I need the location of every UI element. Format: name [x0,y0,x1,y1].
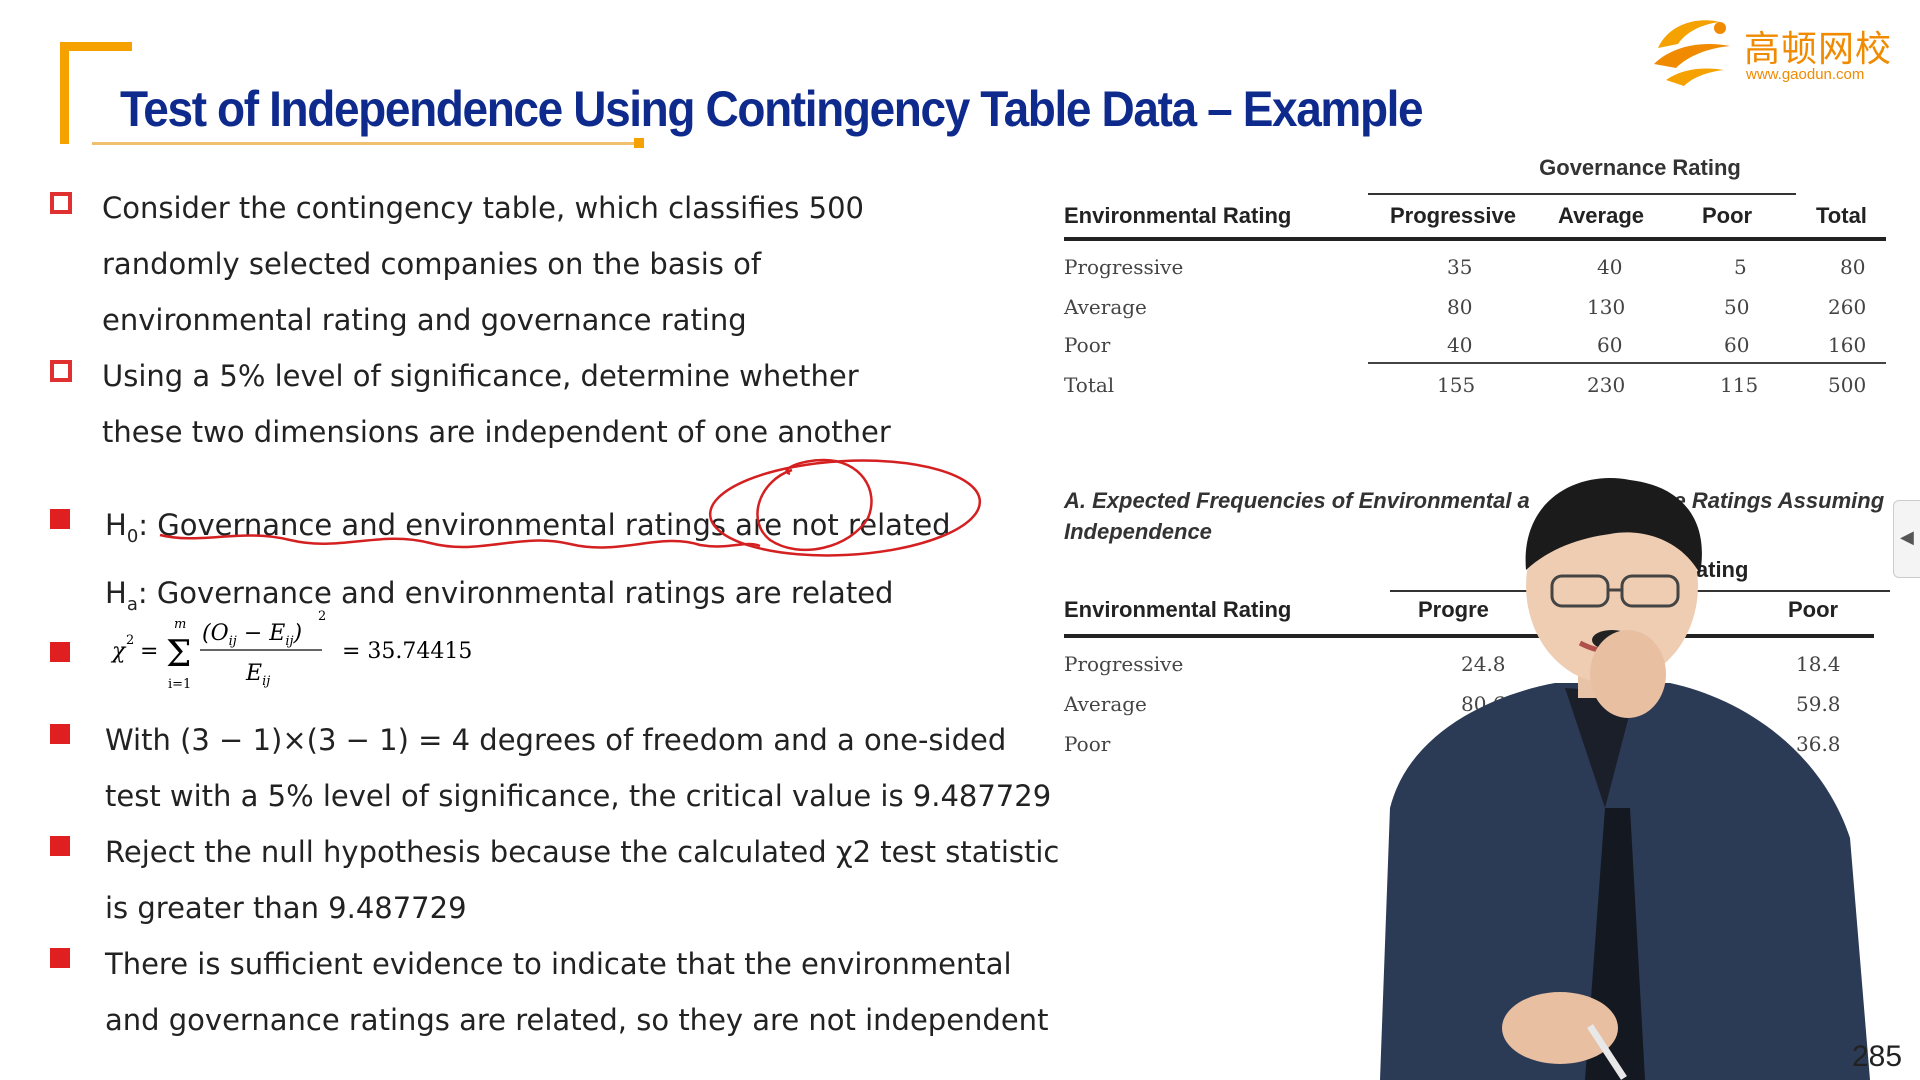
bullet-text: these two dimensions are independent of … [102,415,891,449]
table-rule [1368,362,1886,364]
bullet-text: and governance ratings are related, so t… [105,1003,1049,1037]
bullet-text: test with a 5% level of significance, th… [105,779,1052,813]
svg-text:=: = [140,639,158,664]
title-underline [92,142,642,145]
table-rule [1064,237,1886,241]
hollow-square-bullet-icon [50,360,72,382]
sidebar-toggle[interactable]: ◀ [1893,500,1920,578]
presenter-video-overlay [1380,478,1870,1080]
bullet-text: is greater than 9.487729 [105,891,467,925]
logo-text: 高顿网校 [1744,29,1893,70]
bullet-text: There is sufficient evidence to indicate… [105,947,1012,981]
table-row-total: Total 155 230 115 500 [1064,373,1867,397]
svg-text:Eij: Eij [245,661,270,689]
svg-text:2: 2 [318,609,326,624]
bullet-text: randomly selected companies on the basis… [102,247,762,281]
svg-text:χ: χ [110,639,127,664]
solid-square-bullet-icon [50,724,70,744]
svg-text:i=1: i=1 [168,677,191,692]
solid-square-bullet-icon [50,509,70,529]
bullet-text: With (3 − 1)×(3 − 1) = 4 degrees of free… [105,723,1007,757]
page-number: 285 [1852,1040,1903,1073]
title-underline-dot [634,138,644,148]
logo-url: www.gaodun.com [1746,66,1865,83]
table-header: Poor [1702,203,1753,228]
svg-text:2: 2 [126,633,134,648]
bullet-text: Consider the contingency table, which cl… [102,191,864,225]
bullet-text: Reject the null hypothesis because the c… [105,835,1060,869]
governance-rating-header: Governance Rating [1539,155,1741,180]
bullet-text: Using a 5% level of significance, determ… [102,359,859,393]
table-header: Total [1816,203,1867,228]
solid-square-bullet-icon [50,836,70,856]
table-row: Progressive 35 40 5 80 [1064,255,1866,279]
sigma-symbol: Σ [166,634,191,675]
svg-text:= 35.74415: = 35.74415 [342,639,472,664]
triangle-left-icon: ◀ [1900,527,1914,548]
solid-square-bullet-icon [50,948,70,968]
table-header: Progressive [1390,203,1516,228]
chi-square-formula: χ 2 = m Σ i=1 (Oij − Eij) 2 Eij = 35.744… [110,609,472,692]
solid-square-bullet-icon [50,642,70,662]
hollow-square-bullet-icon [50,192,72,214]
table-header: Environmental Rating [1064,597,1292,622]
bullet-text: environmental rating and governance rati… [102,303,747,337]
null-hypothesis: H0: Governance and environmental ratings… [105,508,951,547]
gaodun-logo-icon [1654,20,1730,86]
table-row: Average 80 130 50 260 [1064,295,1867,319]
gaodun-logo: 高顿网校 www.gaodun.com [1650,8,1910,90]
table-rule [1368,193,1796,195]
svg-text:m: m [174,617,186,632]
slide-title: Test of Independence Using Contingency T… [120,81,1424,137]
table-header: Average [1558,203,1645,228]
table-header: Environmental Rating [1064,203,1292,228]
table-row: Poor 40 60 60 160 [1064,333,1867,357]
svg-text:(Oij − Eij): (Oij − Eij) [202,621,302,649]
